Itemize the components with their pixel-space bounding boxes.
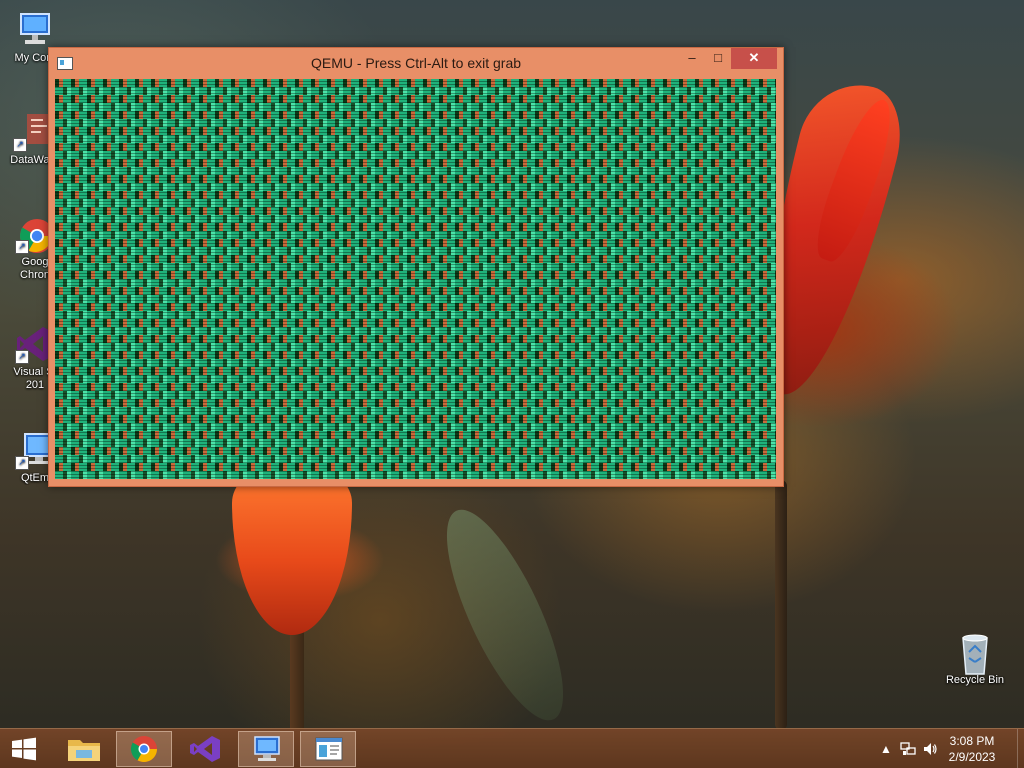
- wallpaper-leaf: [424, 495, 586, 735]
- volume-icon[interactable]: [922, 741, 938, 757]
- network-icon[interactable]: [900, 741, 916, 757]
- visual-studio-icon: [190, 736, 220, 762]
- taskbar-qtemu[interactable]: [238, 731, 294, 767]
- window-title: QEMU - Press Ctrl-Alt to exit grab: [310, 55, 522, 71]
- taskbar: ▲ 3:08 PM 2/9/2023: [0, 728, 1024, 768]
- wallpaper-tulip-left: [232, 470, 352, 635]
- folder-icon: [68, 740, 100, 761]
- chrome-icon: [130, 736, 158, 763]
- qemu-window[interactable]: QEMU - Press Ctrl-Alt to exit grab – □ ✕: [48, 47, 784, 487]
- shortcut-arrow-icon: ↗: [13, 138, 27, 152]
- maximize-button[interactable]: □: [705, 48, 731, 69]
- qemu-display-screen[interactable]: [55, 79, 776, 479]
- recycle-bin-icon: [955, 632, 995, 675]
- clock-time: 3:08 PM: [949, 734, 995, 748]
- taskbar-clock[interactable]: 3:08 PM 2/9/2023: [940, 733, 1004, 765]
- computer-icon: [15, 10, 55, 50]
- datawag-icon: ↗: [13, 112, 53, 152]
- shortcut-arrow-icon: ↗: [15, 456, 29, 470]
- minimize-button[interactable]: –: [679, 48, 705, 69]
- start-button[interactable]: [0, 731, 48, 767]
- wallpaper-stem-right: [775, 480, 787, 730]
- desktop-icon-recycle-bin[interactable]: Recycle Bin: [940, 632, 1010, 687]
- taskbar-visual-studio[interactable]: [176, 731, 232, 767]
- clock-date: 2/9/2023: [948, 750, 996, 764]
- show-hidden-icons-chevron-icon[interactable]: ▲: [878, 741, 894, 757]
- taskbar-file-explorer[interactable]: [56, 731, 112, 767]
- window-titlebar[interactable]: QEMU - Press Ctrl-Alt to exit grab – □ ✕: [49, 48, 783, 78]
- show-desktop-button[interactable]: [1017, 729, 1024, 768]
- qtemu-icon: [254, 736, 280, 761]
- taskbar-qemu[interactable]: [300, 731, 356, 767]
- desktop[interactable]: My Com ↗ DataWag ↗ Goog Chron ↗ Visual S…: [0, 0, 1024, 768]
- windows-logo-icon: [12, 737, 36, 761]
- wallpaper-stem-left: [290, 630, 304, 730]
- qemu-window-icon: [315, 737, 343, 761]
- taskbar-google-chrome[interactable]: [116, 731, 172, 767]
- close-button[interactable]: ✕: [731, 48, 777, 69]
- shortcut-arrow-icon: ↗: [15, 240, 29, 254]
- system-tray: ▲ 3:08 PM 2/9/2023: [864, 729, 1024, 768]
- shortcut-arrow-icon: ↗: [15, 350, 29, 364]
